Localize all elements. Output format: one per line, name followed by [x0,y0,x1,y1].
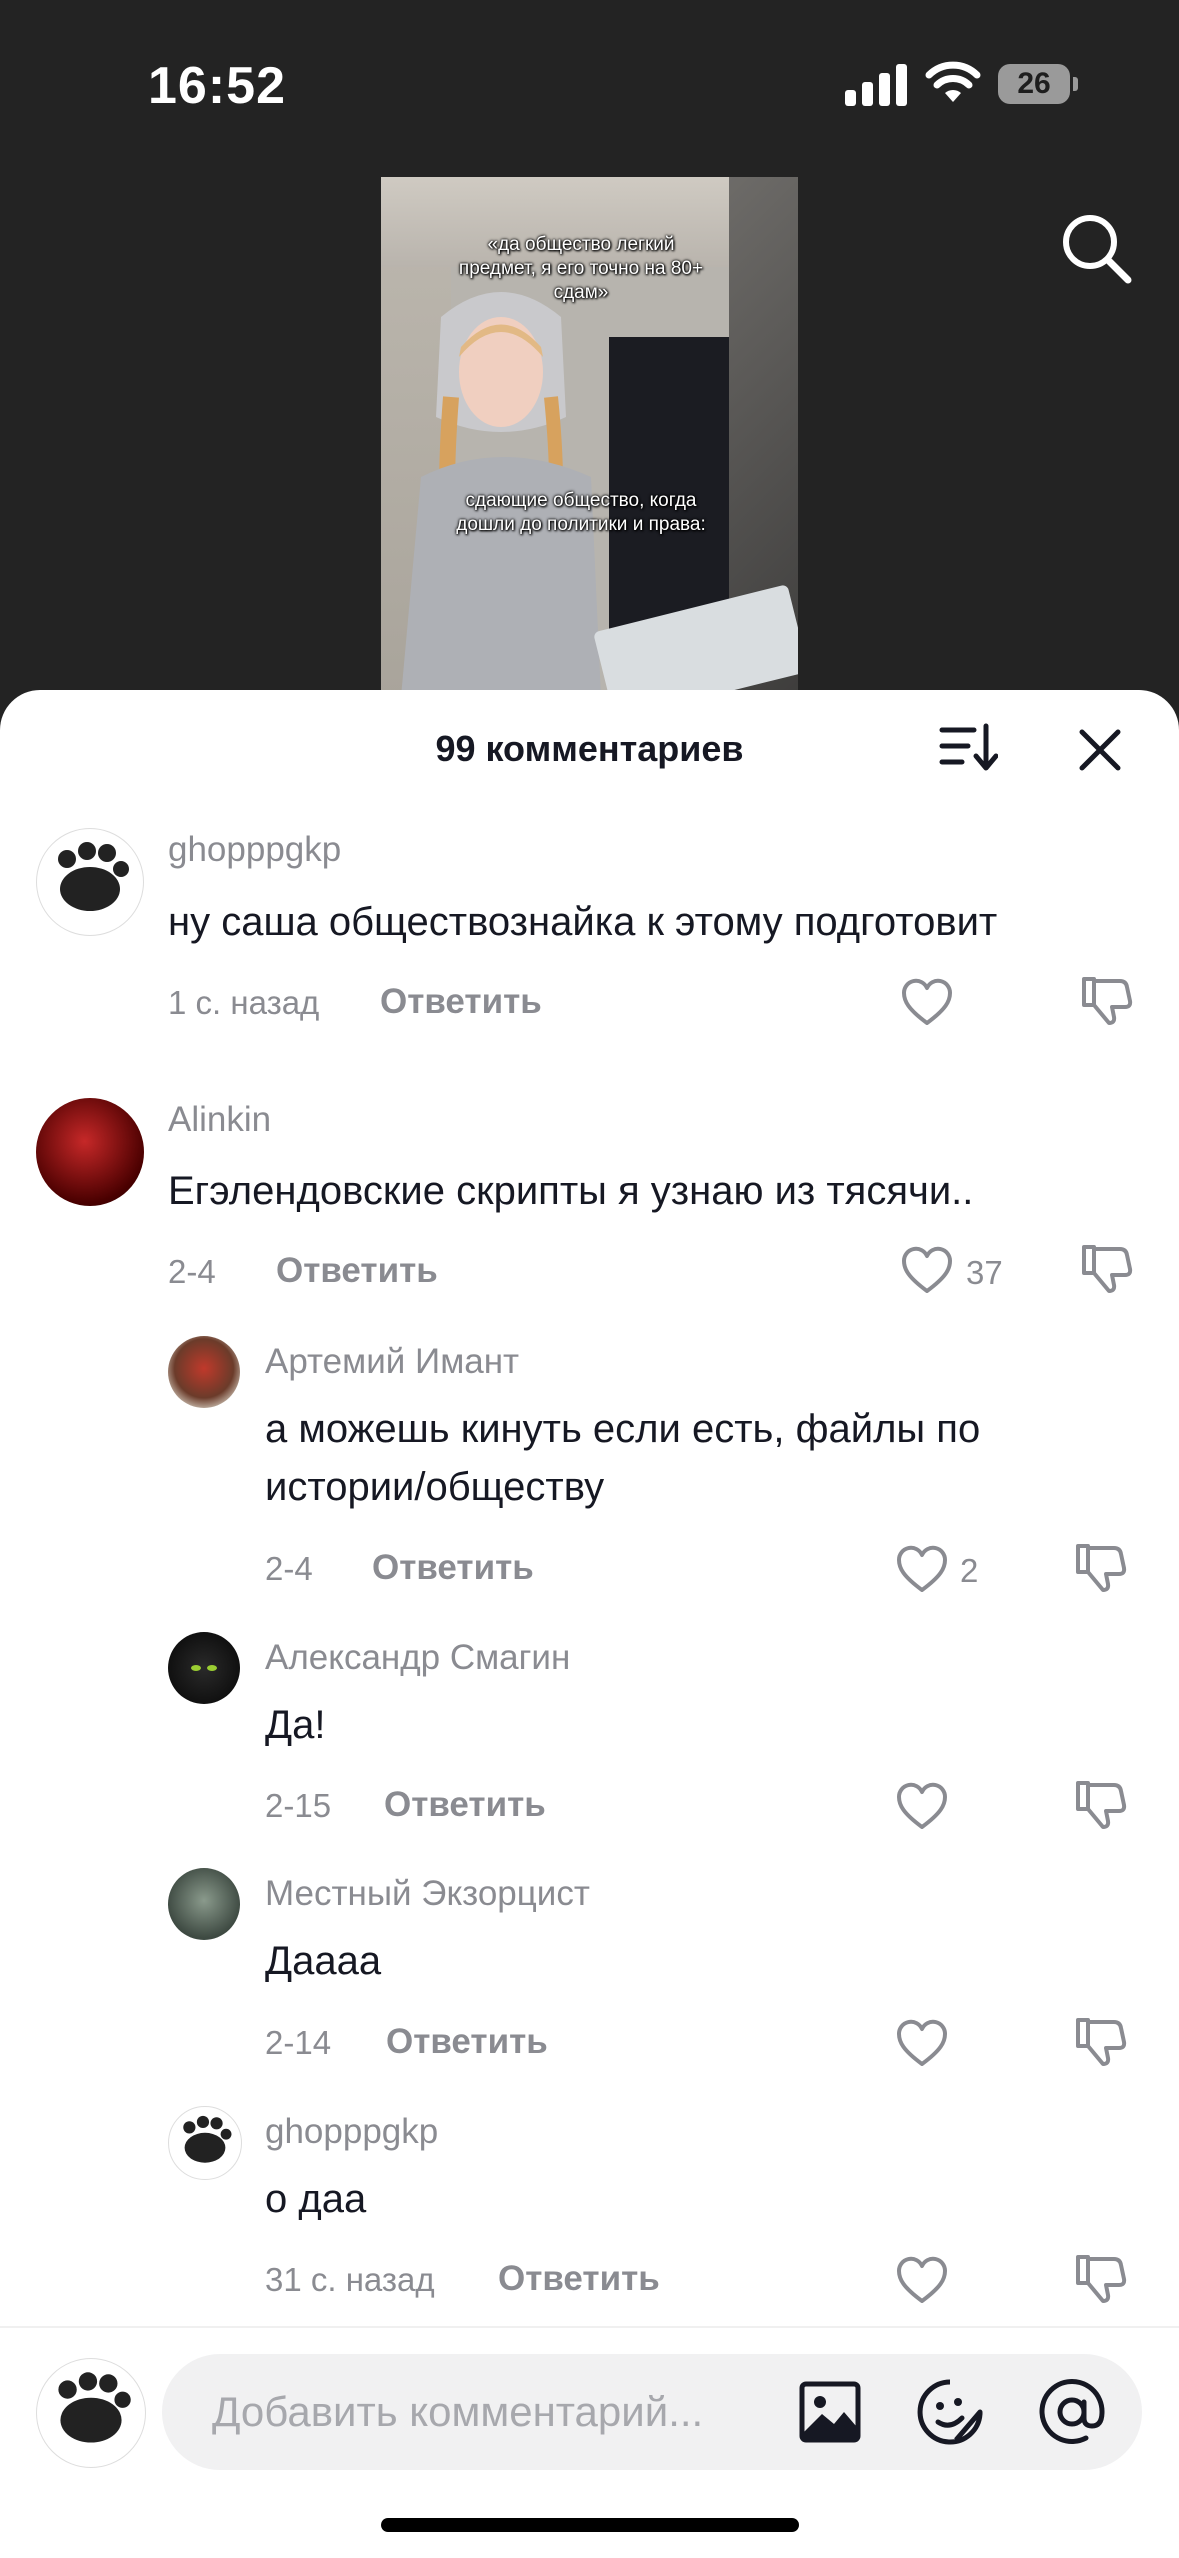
home-indicator[interactable] [381,2518,799,2532]
like-heart-icon[interactable] [900,977,954,1027]
like-heart-icon[interactable] [895,1781,949,1831]
reply-button[interactable]: Ответить [498,2259,660,2299]
dislike-icon[interactable] [1072,2014,1128,2070]
reply-button[interactable]: Ответить [384,1785,546,1825]
battery-icon: 26 [998,64,1078,104]
like-heart-icon[interactable] [900,1245,954,1295]
video-caption-mid: сдающие общество, когда дошли до политик… [456,490,706,535]
like-heart-icon[interactable] [895,2018,949,2068]
sort-icon[interactable] [938,722,998,774]
cellular-signal-icon [845,62,907,106]
avatar[interactable] [168,1632,240,1704]
video-caption-top: «да общество легкий предмет, я его точно… [458,234,704,303]
comment-input-placeholder: Добавить комментарий... [212,2388,704,2435]
wifi-icon [925,61,981,102]
reply-time: 2-14 [265,2024,332,2061]
image-icon[interactable] [798,2380,862,2444]
reply-text-line2: истории/обществу [265,1465,605,1509]
avatar[interactable] [168,1868,240,1940]
reply-button[interactable]: Ответить [276,1251,438,1291]
reply-username[interactable]: Александр Смагин [265,1638,570,1678]
reply-button[interactable]: Ответить [372,1548,534,1588]
status-time: 16:52 [148,57,286,115]
dislike-icon[interactable] [1072,1777,1128,1833]
comments-count-title: 99 комментариев [435,728,744,769]
reply-text: Даааа [265,1939,382,1983]
emoji-sticker-icon[interactable] [916,2378,984,2446]
dislike-icon[interactable] [1072,2251,1128,2307]
close-icon[interactable] [1076,726,1124,774]
comment-username[interactable]: ghopppgkp [168,830,341,870]
reply-button[interactable]: Ответить [380,982,542,1022]
avatar[interactable] [168,2106,242,2180]
search-icon[interactable] [1058,210,1134,286]
reply-username[interactable]: ghopppgkp [265,2112,438,2152]
battery-level: 26 [998,64,1070,104]
comment-text: ну саша обществознайка к этому подготови… [168,900,998,944]
dislike-icon[interactable] [1078,973,1134,1029]
reply-time: 2-15 [265,1787,332,1824]
comment-time: 2-4 [168,1253,216,1290]
reply-time: 31 с. назад [265,2261,435,2298]
my-avatar [36,2358,146,2468]
dislike-icon[interactable] [1078,1241,1134,1297]
avatar[interactable] [168,1336,240,1408]
reply-text: Да! [265,1703,326,1747]
comment-username[interactable]: Alinkin [168,1100,271,1140]
like-heart-icon[interactable] [895,1544,949,1594]
reply-button[interactable]: Ответить [386,2022,548,2062]
dislike-icon[interactable] [1072,1540,1128,1596]
comment-time: 1 с. назад [168,984,320,1021]
mention-icon[interactable] [1038,2378,1106,2446]
comment-text: Егэлендовские скрипты я узнаю из тясячи.… [168,1169,974,1213]
reply-username[interactable]: Артемий Имант [265,1342,519,1382]
video-preview[interactable]: «да общество легкий предмет, я его точно… [381,177,798,697]
like-count: 37 [966,1254,1003,1291]
reply-username[interactable]: Местный Экзорцист [265,1874,590,1914]
person-figure [401,292,601,697]
avatar[interactable] [36,1098,144,1206]
reply-time: 2-4 [265,1550,313,1587]
reply-text-line1: а можешь кинуть если есть, файлы по [265,1407,981,1451]
like-heart-icon[interactable] [895,2255,949,2305]
like-count: 2 [960,1552,979,1589]
avatar[interactable] [36,828,144,936]
reply-text: о даа [265,2177,367,2221]
